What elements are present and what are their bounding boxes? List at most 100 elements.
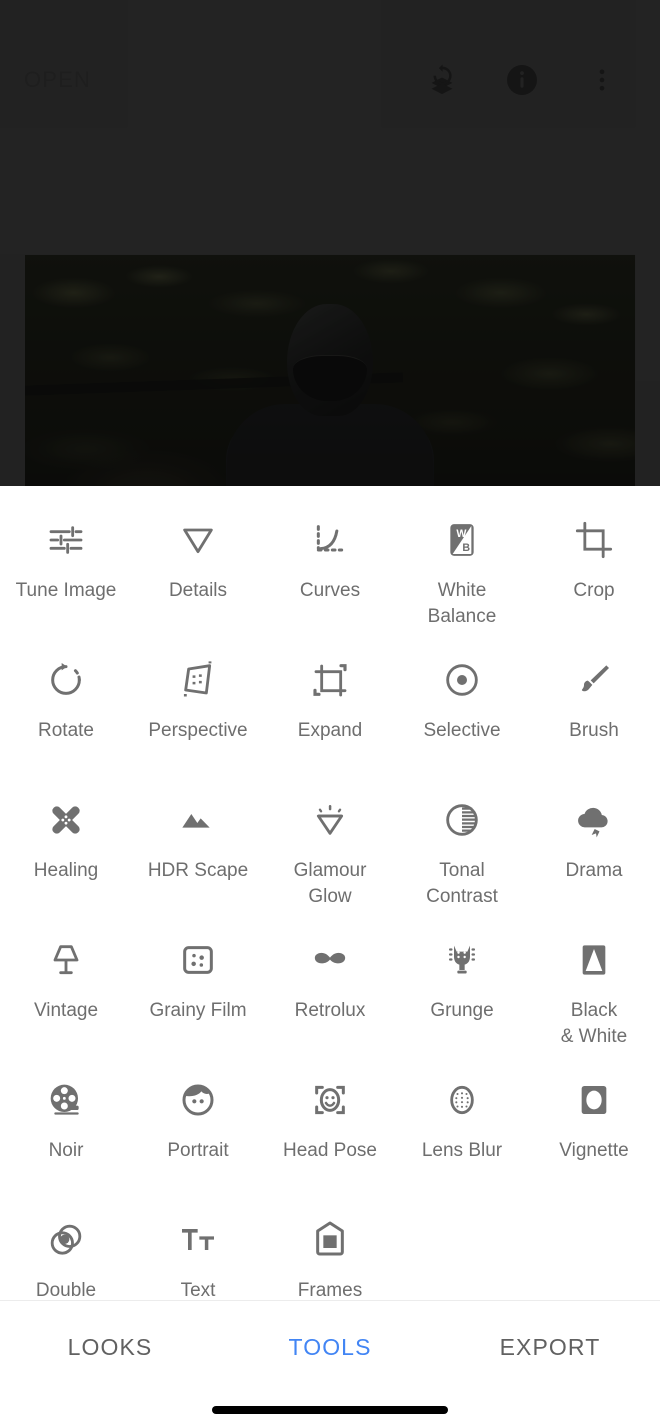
noir-icon: [40, 1074, 92, 1126]
head-pose-icon: [304, 1074, 356, 1126]
tool-crop[interactable]: Crop: [528, 500, 660, 640]
tool-label: Black & White: [560, 1000, 628, 1047]
glamour-glow-icon: [304, 794, 356, 846]
tool-label: Head Pose: [282, 1140, 377, 1161]
tune-icon: [40, 514, 92, 566]
tool-label: White Balance: [427, 580, 497, 627]
tool-portrait[interactable]: Portrait: [132, 1060, 264, 1200]
tool-label: Portrait: [167, 1140, 229, 1161]
tool-tonal-contrast[interactable]: Tonal Contrast: [396, 780, 528, 920]
tool-black-and-white[interactable]: Black & White: [528, 920, 660, 1060]
tool-label: Lens Blur: [421, 1140, 503, 1161]
tool-glamour-glow[interactable]: Glamour Glow: [264, 780, 396, 920]
open-button[interactable]: OPEN: [24, 67, 91, 93]
info-icon[interactable]: [500, 58, 544, 102]
tool-double-exposure[interactable]: Double Exposure: [0, 1200, 132, 1300]
tool-perspective[interactable]: Perspective: [132, 640, 264, 780]
tool-text[interactable]: Text: [132, 1200, 264, 1300]
drama-icon: [568, 794, 620, 846]
white-balance-icon: W B: [436, 514, 488, 566]
tool-vintage[interactable]: Vintage: [0, 920, 132, 1060]
tool-label: Rotate: [38, 720, 94, 741]
tonal-contrast-icon: [436, 794, 488, 846]
top-app-bar: OPEN: [0, 0, 660, 160]
tool-label: Brush: [569, 720, 619, 741]
tool-selective[interactable]: Selective: [396, 640, 528, 780]
overflow-menu-icon[interactable]: [580, 58, 624, 102]
tool-details[interactable]: Details: [132, 500, 264, 640]
tool-label: Retrolux: [294, 1000, 366, 1021]
tool-grunge[interactable]: Grunge: [396, 920, 528, 1060]
retrolux-icon: [304, 934, 356, 986]
svg-text:B: B: [462, 542, 470, 554]
tool-label: Frames: [297, 1280, 363, 1300]
tool-label: Curves: [299, 580, 361, 601]
healing-icon: [40, 794, 92, 846]
tool-label: Noir: [48, 1140, 84, 1161]
tool-white-balance[interactable]: W B White Balance: [396, 500, 528, 640]
photo-shoulders: [227, 403, 433, 486]
tool-label: Drama: [565, 860, 623, 881]
rotate-icon: [40, 654, 92, 706]
tool-label: Details: [168, 580, 228, 601]
tool-label: Grainy Film: [149, 1000, 247, 1021]
tool-expand[interactable]: Expand: [264, 640, 396, 780]
curves-icon: [304, 514, 356, 566]
tool-label: Vignette: [559, 1140, 629, 1161]
revert-stack-icon[interactable]: [420, 58, 464, 102]
portrait-icon: [172, 1074, 224, 1126]
tool-head-pose[interactable]: Head Pose: [264, 1060, 396, 1200]
svg-text:W: W: [456, 528, 467, 540]
tool-retrolux[interactable]: Retrolux: [264, 920, 396, 1060]
editor-backdrop: OPEN: [0, 0, 660, 486]
tool-lens-blur[interactable]: Lens Blur: [396, 1060, 528, 1200]
top-bar-actions: [420, 58, 636, 102]
grunge-icon: [436, 934, 488, 986]
brush-icon: [568, 654, 620, 706]
tool-label: Healing: [33, 860, 99, 881]
vignette-icon: [568, 1074, 620, 1126]
tool-label: Double Exposure: [35, 1280, 97, 1300]
tool-rotate[interactable]: Rotate: [0, 640, 132, 780]
lens-blur-icon: [436, 1074, 488, 1126]
grainy-film-icon: [172, 934, 224, 986]
home-indicator[interactable]: [212, 1406, 448, 1414]
snapseed-tools-screen: OPEN Tune Image Details Curves W B White…: [0, 0, 660, 1428]
tools-grid: Tune Image Details Curves W B White Bala…: [0, 486, 660, 1300]
tool-vignette[interactable]: Vignette: [528, 1060, 660, 1200]
tool-label: Vintage: [33, 1000, 99, 1021]
photo-helmet: [287, 303, 373, 416]
tool-label: Selective: [423, 720, 501, 741]
tab-tools[interactable]: TOOLS: [220, 1334, 440, 1361]
vintage-icon: [40, 934, 92, 986]
tool-label: Tonal Contrast: [426, 860, 498, 907]
tool-label: HDR Scape: [147, 860, 249, 881]
double-exposure-icon: [40, 1214, 92, 1266]
tool-label: Crop: [573, 580, 615, 601]
tool-noir[interactable]: Noir: [0, 1060, 132, 1200]
tool-label: Expand: [297, 720, 363, 741]
tool-label: Perspective: [148, 720, 248, 741]
tool-label: Grunge: [430, 1000, 494, 1021]
text-icon: [172, 1214, 224, 1266]
tool-hdr-scape[interactable]: HDR Scape: [132, 780, 264, 920]
frames-icon: [304, 1214, 356, 1266]
tab-looks[interactable]: LOOKS: [0, 1334, 220, 1361]
tool-curves[interactable]: Curves: [264, 500, 396, 640]
tool-brush[interactable]: Brush: [528, 640, 660, 780]
black-and-white-icon: [568, 934, 620, 986]
photo-helmet-visor: [293, 355, 367, 402]
tool-tune-image[interactable]: Tune Image: [0, 500, 132, 640]
tools-sheet: Tune Image Details Curves W B White Bala…: [0, 486, 660, 1300]
hdr-scape-icon: [172, 794, 224, 846]
photo-preview[interactable]: [25, 255, 635, 486]
crop-icon: [568, 514, 620, 566]
tab-export[interactable]: EXPORT: [440, 1334, 660, 1361]
tool-grainy-film[interactable]: Grainy Film: [132, 920, 264, 1060]
tool-frames[interactable]: Frames: [264, 1200, 396, 1300]
tool-drama[interactable]: Drama: [528, 780, 660, 920]
selective-icon: [436, 654, 488, 706]
bottom-nav-row: LOOKS TOOLS EXPORT: [0, 1301, 660, 1393]
tool-label: Text: [180, 1280, 216, 1300]
tool-healing[interactable]: Healing: [0, 780, 132, 920]
